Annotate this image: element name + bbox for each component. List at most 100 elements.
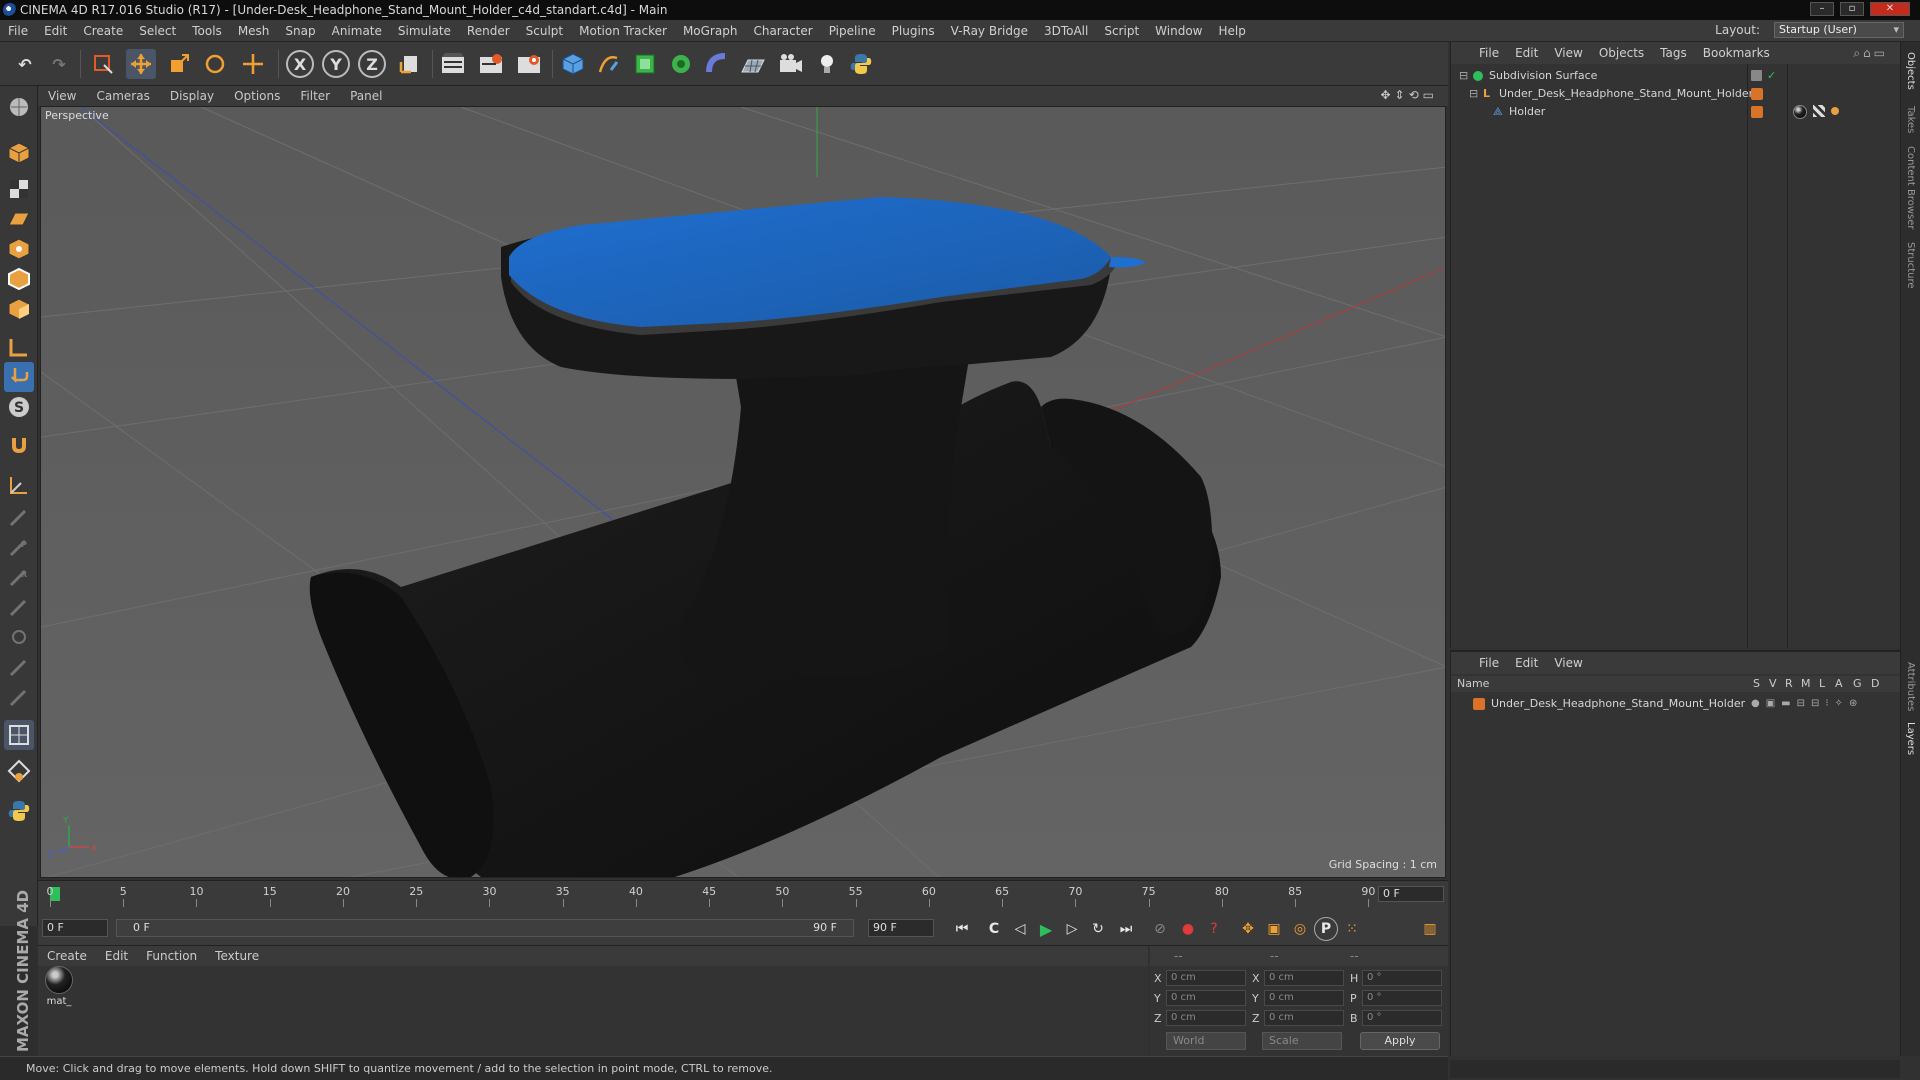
- timeline-settings-icon[interactable]: ▥: [1418, 917, 1442, 941]
- minimize-icon[interactable]: –: [1810, 2, 1834, 16]
- snap-icon[interactable]: S: [4, 392, 34, 422]
- menu-snap[interactable]: Snap: [277, 24, 323, 38]
- close-icon[interactable]: ✕: [1870, 2, 1910, 16]
- menu-vray-bridge[interactable]: V-Ray Bridge: [943, 24, 1036, 38]
- cube-primitive-icon[interactable]: [558, 49, 588, 79]
- obj-menu-objects[interactable]: Objects: [1591, 46, 1652, 60]
- z-axis-lock[interactable]: Z: [358, 50, 386, 78]
- layer-menu-edit[interactable]: Edit: [1507, 656, 1546, 670]
- material-menu-texture[interactable]: Texture: [206, 949, 268, 963]
- menu-tools[interactable]: Tools: [184, 24, 230, 38]
- viewport-menu-filter[interactable]: Filter: [290, 89, 340, 103]
- layer-swatch[interactable]: [1751, 88, 1763, 100]
- tree-toggle-icon[interactable]: ⊟: [1459, 66, 1468, 86]
- coordinate-mode-dropdown[interactable]: World: [1166, 1032, 1246, 1050]
- rot-b-field[interactable]: 0 °: [1362, 1010, 1442, 1026]
- menu-select[interactable]: Select: [131, 24, 184, 38]
- light-icon[interactable]: [812, 49, 842, 79]
- autokey-icon[interactable]: ?: [1202, 917, 1226, 941]
- tree-toggle-icon[interactable]: ⊟: [1469, 84, 1478, 104]
- brush-tool-4-icon[interactable]: [4, 592, 34, 622]
- menu-character[interactable]: Character: [745, 24, 820, 38]
- material-menu-function[interactable]: Function: [137, 949, 206, 963]
- undo-icon[interactable]: ↶: [10, 49, 40, 79]
- edit-render-settings-icon[interactable]: [514, 49, 544, 79]
- obj-menu-file[interactable]: File: [1471, 46, 1507, 60]
- scale-tool-icon[interactable]: [164, 49, 194, 79]
- timeline-ruler[interactable]: 0 5 10 15 20 25 30 35 40 45 50 55 60 65 70 75 80 85 90 0 F: [38, 880, 1448, 910]
- size-y-field[interactable]: 0 cm: [1264, 990, 1344, 1006]
- go-to-start-icon[interactable]: ⏮: [950, 917, 974, 941]
- coordinate-system-icon[interactable]: [394, 49, 424, 79]
- rotate-tool-icon[interactable]: [200, 49, 230, 79]
- object-row-holder[interactable]: ⟁ Holder: [1451, 102, 1899, 122]
- key-pla-icon[interactable]: ⁙: [1340, 917, 1364, 941]
- tab-layers[interactable]: Layers: [1905, 722, 1916, 755]
- menu-help[interactable]: Help: [1210, 24, 1253, 38]
- transform-tool-icon[interactable]: [238, 49, 268, 79]
- tab-content-browser[interactable]: Content Browser: [1905, 146, 1916, 229]
- menu-mesh[interactable]: Mesh: [230, 24, 278, 38]
- pos-y-field[interactable]: 0 cm: [1166, 990, 1246, 1006]
- obj-menu-edit[interactable]: Edit: [1507, 46, 1546, 60]
- size-z-field[interactable]: 0 cm: [1264, 1010, 1344, 1026]
- play-icon[interactable]: ▶: [1034, 917, 1058, 941]
- end-frame-field[interactable]: 90 F: [868, 919, 934, 937]
- obj-menu-bookmarks[interactable]: Bookmarks: [1695, 46, 1778, 60]
- key-position-icon[interactable]: ✥: [1236, 917, 1260, 941]
- brush-tool-3-icon[interactable]: R: [4, 562, 34, 592]
- menu-3dtoall[interactable]: 3DToAll: [1036, 24, 1096, 38]
- viewport-menu-panel[interactable]: Panel: [340, 89, 392, 103]
- menu-edit[interactable]: Edit: [36, 24, 75, 38]
- menu-mograph[interactable]: MoGraph: [675, 24, 746, 38]
- layer-menu-file[interactable]: File: [1471, 656, 1507, 670]
- cloner-icon[interactable]: [666, 49, 696, 79]
- previous-frame-icon[interactable]: ◁: [1008, 917, 1032, 941]
- tab-structure[interactable]: Structure: [1905, 242, 1916, 289]
- tab-objects[interactable]: Objects: [1905, 52, 1916, 90]
- menu-motion-tracker[interactable]: Motion Tracker: [571, 24, 675, 38]
- workplane-icon[interactable]: [4, 204, 34, 234]
- pos-z-field[interactable]: 0 cm: [1166, 1010, 1246, 1026]
- material-tag-icon[interactable]: [1793, 105, 1807, 119]
- key-parameter-icon[interactable]: P: [1314, 917, 1338, 941]
- size-x-field[interactable]: 0 cm: [1264, 970, 1344, 986]
- menu-render[interactable]: Render: [459, 24, 518, 38]
- phong-tag-icon[interactable]: [1831, 107, 1839, 115]
- layout-dropdown[interactable]: Startup (User): [1774, 22, 1904, 38]
- grid-snap-icon[interactable]: [4, 756, 34, 786]
- material-menu-create[interactable]: Create: [38, 949, 96, 963]
- floor-object-icon[interactable]: [738, 49, 768, 79]
- brush-tool-7-icon[interactable]: [4, 682, 34, 712]
- layer-flag-icons[interactable]: ●▣▬⊟⊟⁝✧⊛: [1751, 694, 1863, 714]
- redo-icon[interactable]: ↷: [44, 49, 74, 79]
- layer-swatch[interactable]: [1751, 70, 1762, 81]
- layer-row[interactable]: Under_Desk_Headphone_Stand_Mount_Holder …: [1451, 694, 1899, 714]
- menu-sculpt[interactable]: Sculpt: [518, 24, 571, 38]
- viewport-menu-options[interactable]: Options: [224, 89, 290, 103]
- menu-pipeline[interactable]: Pipeline: [821, 24, 884, 38]
- frame-ruler[interactable]: 0 5 10 15 20 25 30 35 40 45 50 55 60 65 70 75 80 85 90: [47, 885, 1375, 907]
- texture-mode-icon[interactable]: [4, 174, 34, 204]
- menu-script[interactable]: Script: [1096, 24, 1147, 38]
- material-swatch[interactable]: mat_: [44, 966, 74, 1007]
- obj-menu-tags[interactable]: Tags: [1652, 46, 1695, 60]
- rot-p-field[interactable]: 0 °: [1362, 990, 1442, 1006]
- edges-mode-icon[interactable]: [4, 264, 34, 294]
- camera-icon[interactable]: [776, 49, 806, 79]
- horizontal-scrollbar[interactable]: [1450, 1060, 1900, 1078]
- polygons-mode-icon[interactable]: [4, 294, 34, 324]
- render-view-icon[interactable]: [438, 49, 468, 79]
- live-selection-icon[interactable]: [88, 49, 118, 79]
- points-mode-icon[interactable]: [4, 234, 34, 264]
- material-menu-edit[interactable]: Edit: [96, 949, 137, 963]
- 3d-viewport[interactable]: Y X Z Perspective Grid Spacing : 1 cm: [40, 106, 1446, 878]
- frame-range-slider[interactable]: 0 F 90 F: [116, 919, 854, 937]
- spline-pen-icon[interactable]: [594, 49, 624, 79]
- workplane-axis-icon[interactable]: [4, 470, 34, 500]
- obj-menu-view[interactable]: View: [1546, 46, 1590, 60]
- brush-tool-1-icon[interactable]: [4, 502, 34, 532]
- tab-takes[interactable]: Takes: [1905, 106, 1916, 133]
- next-frame-icon[interactable]: ▷: [1060, 917, 1084, 941]
- menu-plugins[interactable]: Plugins: [884, 24, 943, 38]
